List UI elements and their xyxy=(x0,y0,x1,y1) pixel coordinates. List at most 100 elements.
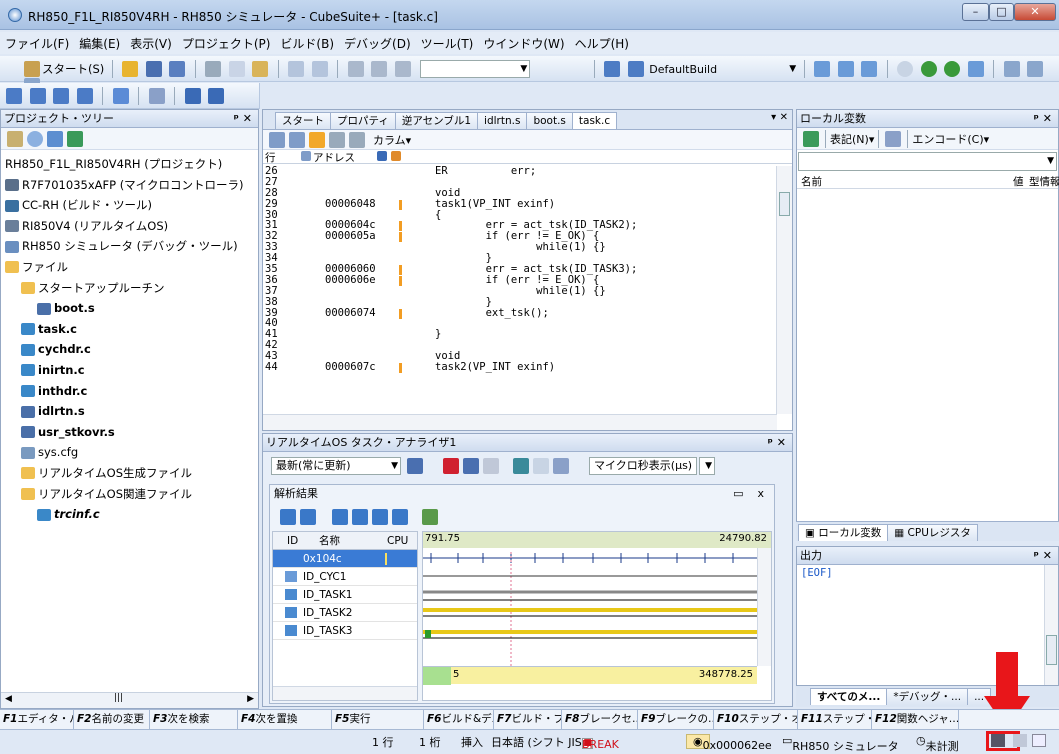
tree-hscrollbar[interactable]: ◀ ||| ▶ xyxy=(1,692,258,708)
fkey-f4[interactable]: F4次を置換 xyxy=(238,710,332,729)
tree-item[interactable]: boot.s xyxy=(5,298,258,319)
code-line[interactable]: 29 00006048 task1(VP_INT exinf) xyxy=(265,198,792,210)
first-icon[interactable] xyxy=(332,509,348,525)
output-icon[interactable] xyxy=(53,88,69,104)
new-file-icon[interactable] xyxy=(122,61,139,77)
save-all-icon[interactable] xyxy=(169,61,186,77)
tab-properties[interactable]: プロパティ xyxy=(330,112,396,129)
mode-select[interactable]: 最新(常に更新) ▼ xyxy=(271,457,401,475)
menu-debug[interactable]: デバッグ(D) xyxy=(339,32,416,52)
fkey-f2[interactable]: F2名前の変更 xyxy=(74,710,150,729)
report-icon[interactable] xyxy=(533,458,549,474)
clear-icon[interactable] xyxy=(483,458,499,474)
zoom-out-icon[interactable] xyxy=(300,509,316,525)
code-line[interactable]: 42 xyxy=(265,340,792,351)
tree-item[interactable]: task.c xyxy=(5,319,258,340)
tab-boot[interactable]: boot.s xyxy=(526,112,573,129)
tree-item[interactable]: usr_stkovr.s xyxy=(5,422,258,443)
hex-icon[interactable] xyxy=(885,130,902,147)
record-icon[interactable] xyxy=(443,458,459,474)
find-icon[interactable] xyxy=(347,61,364,77)
properties-icon[interactable] xyxy=(47,130,63,147)
code-line[interactable]: 26 ER err; xyxy=(265,166,792,177)
timeline-chart[interactable]: 791.75 24790.82 5 348778.25 xyxy=(422,531,772,701)
find-in-files-icon[interactable] xyxy=(371,61,388,77)
fkey-f1[interactable]: F1エディタ・パ… xyxy=(0,710,74,729)
trace-icon[interactable] xyxy=(513,458,529,474)
window-icon[interactable] xyxy=(6,88,22,104)
task-row[interactable]: ID_TASK3 xyxy=(273,622,417,640)
undo-icon[interactable] xyxy=(288,61,305,77)
property-icon[interactable] xyxy=(76,88,93,104)
go-icon[interactable] xyxy=(920,61,937,77)
close-button[interactable]: ✕ xyxy=(1014,3,1056,21)
tab-disassemble[interactable]: 逆アセンブル1 xyxy=(394,112,479,129)
time-unit-select[interactable]: マイクロ秒表示(μs) xyxy=(589,457,697,475)
tree-item[interactable]: CC-RH (ビルド・ツール) xyxy=(5,195,258,216)
fkey-f8[interactable]: F8ブレークセ… xyxy=(562,710,638,729)
column-menu[interactable]: カラム▾ xyxy=(373,132,411,148)
multicore-icon[interactable] xyxy=(991,734,1005,747)
close-icon[interactable]: ▾ ✕ xyxy=(771,112,788,123)
copy-icon[interactable] xyxy=(228,61,245,77)
step-out-icon[interactable] xyxy=(1027,61,1044,77)
rebuild-icon[interactable] xyxy=(627,61,644,77)
layout-icon[interactable] xyxy=(112,88,129,104)
output-vscrollbar[interactable] xyxy=(1044,565,1058,685)
timeline-vscrollbar[interactable] xyxy=(757,548,771,666)
back-icon[interactable] xyxy=(329,131,345,148)
prev-icon[interactable] xyxy=(352,509,368,525)
arrow-right-icon[interactable] xyxy=(309,131,325,148)
grid-icon[interactable] xyxy=(1032,734,1046,747)
menu-project[interactable]: プロジェクト(P) xyxy=(177,32,276,52)
last-icon[interactable] xyxy=(392,509,408,525)
next-icon[interactable] xyxy=(372,509,388,525)
connect-icon[interactable] xyxy=(837,61,854,77)
tab-local-variables[interactable]: ▣ ローカル変数 xyxy=(798,524,889,541)
cut-icon[interactable] xyxy=(205,61,222,77)
forward-icon[interactable] xyxy=(349,131,365,148)
task-row[interactable]: ID_CYC1 xyxy=(273,568,417,586)
menu-edit[interactable]: 編集(E) xyxy=(74,32,125,52)
tree-item[interactable]: リアルタイムOS関連ファイル xyxy=(5,484,258,505)
chevron-down-icon[interactable]: ▼ xyxy=(789,64,796,74)
refresh-icon[interactable] xyxy=(1013,734,1027,747)
replace-icon[interactable] xyxy=(394,61,411,77)
help-icon[interactable] xyxy=(148,88,165,104)
mixed-icon[interactable] xyxy=(289,131,305,148)
executable-line-marker[interactable] xyxy=(399,221,402,232)
sort-icon[interactable] xyxy=(7,130,23,147)
tree-item[interactable]: sys.cfg xyxy=(5,442,258,463)
status-pc[interactable]: ◉ 0x000062ee xyxy=(686,734,772,752)
fkey-f12[interactable]: F12関数ヘジャ… xyxy=(872,710,959,729)
refresh-icon[interactable] xyxy=(803,130,819,147)
executable-line-marker[interactable] xyxy=(399,308,402,319)
fkey-f6[interactable]: F6ビルド&デバ… xyxy=(424,710,494,729)
code-line[interactable]: 38 } xyxy=(265,296,792,308)
download-icon[interactable] xyxy=(814,61,831,77)
refresh-icon[interactable] xyxy=(67,130,83,147)
tab-task-c[interactable]: task.c xyxy=(571,112,618,129)
search-combo[interactable]: ▼ xyxy=(420,60,531,78)
executable-line-marker[interactable] xyxy=(399,275,402,286)
grid-icon[interactable] xyxy=(184,88,201,104)
fkey-f7[interactable]: F7ビルド・プロ… xyxy=(494,710,562,729)
tree-item[interactable]: RH850_F1L_RI850V4RH (プロジェクト) xyxy=(5,154,258,175)
tree-item[interactable]: ファイル xyxy=(5,257,258,278)
tree-item[interactable]: inthdr.c xyxy=(5,381,258,402)
code-line[interactable]: 44 0000607c task2(VP_INT exinf) xyxy=(265,362,792,373)
editor-hscrollbar[interactable] xyxy=(263,414,777,430)
run-icon[interactable] xyxy=(944,61,961,77)
pin-icon[interactable]: ᵖ ✕ xyxy=(1034,110,1052,127)
tree-item[interactable]: R7F701035xAFP (マイクロコントローラ) xyxy=(5,175,258,196)
stop-icon[interactable] xyxy=(897,61,914,77)
maximize-button[interactable]: □ xyxy=(989,3,1014,21)
save-icon[interactable] xyxy=(407,458,423,474)
menu-window[interactable]: ウインドウ(W) xyxy=(478,32,569,52)
menu-view[interactable]: 表示(V) xyxy=(125,32,177,52)
scope-select[interactable]: ▼ xyxy=(798,152,1057,171)
tree-item[interactable]: RH850 シミュレータ (デバッグ・ツール) xyxy=(5,236,258,257)
code-line[interactable]: 37 while(1) {} xyxy=(265,285,792,297)
code-line[interactable]: 33 while(1) {} xyxy=(265,242,792,253)
menu-tool[interactable]: ツール(T) xyxy=(416,32,479,52)
